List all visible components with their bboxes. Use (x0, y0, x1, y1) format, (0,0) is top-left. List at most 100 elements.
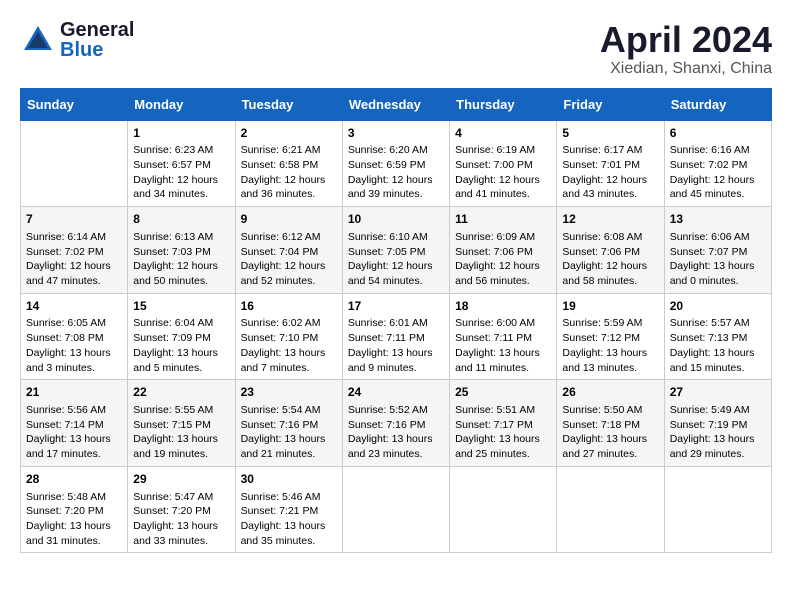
day-info-line: Sunrise: 5:51 AM (455, 403, 551, 418)
day-info-line: and 29 minutes. (670, 447, 766, 462)
day-info-line: and 9 minutes. (348, 361, 444, 376)
day-cell: 29 Sunrise: 5:47 AMSunset: 7:20 PMDayligh… (128, 466, 235, 553)
day-info-line: and 39 minutes. (348, 187, 444, 202)
day-info-line: Daylight: 13 hours (348, 432, 444, 447)
day-cell: 21Sunrise: 5:56 AMSunset: 7:14 PMDayligh… (21, 380, 128, 467)
weekday-header-friday: Friday (557, 88, 664, 120)
day-info-line: Sunrise: 6:05 AM (26, 316, 122, 331)
day-info-line: Sunset: 7:02 PM (670, 158, 766, 173)
day-cell: 25Sunrise: 5:51 AMSunset: 7:17 PMDayligh… (450, 380, 557, 467)
day-info-line: and 45 minutes. (670, 187, 766, 202)
day-cell: 5Sunrise: 6:17 AMSunset: 7:01 PMDaylight… (557, 120, 664, 207)
day-info-line: Daylight: 13 hours (133, 346, 229, 361)
day-number: 29 (133, 471, 229, 488)
day-info-line: Sunset: 7:20 PM (133, 504, 229, 519)
day-number: 6 (670, 125, 766, 142)
day-info-line: Sunset: 7:21 PM (241, 504, 337, 519)
day-cell: 9 Sunrise: 6:12 AMSunset: 7:04 PMDaylight… (235, 207, 342, 294)
day-info-line: Sunrise: 6:21 AM (241, 143, 337, 158)
day-info-line: Sunrise: 5:50 AM (562, 403, 658, 418)
day-info-line: Daylight: 12 hours (455, 259, 551, 274)
day-number: 30 (241, 471, 337, 488)
day-info-line: Sunset: 7:15 PM (133, 418, 229, 433)
day-info-line: and 25 minutes. (455, 447, 551, 462)
day-info-line: Daylight: 13 hours (241, 432, 337, 447)
day-info-line: and 19 minutes. (133, 447, 229, 462)
week-row-3: 21Sunrise: 5:56 AMSunset: 7:14 PMDayligh… (21, 380, 772, 467)
day-info-line: and 27 minutes. (562, 447, 658, 462)
day-info-line: Sunrise: 6:12 AM (241, 230, 337, 245)
day-cell: 10Sunrise: 6:10 AMSunset: 7:05 PMDayligh… (342, 207, 449, 294)
day-info-line: Daylight: 13 hours (133, 519, 229, 534)
day-info-line: and 0 minutes. (670, 274, 766, 289)
day-info-line: Sunset: 7:04 PM (241, 245, 337, 260)
day-info-line: and 11 minutes. (455, 361, 551, 376)
day-info-line: Sunrise: 5:56 AM (26, 403, 122, 418)
day-info-line: Sunset: 7:13 PM (670, 331, 766, 346)
day-number: 17 (348, 298, 444, 315)
week-row-2: 14Sunrise: 6:05 AMSunset: 7:08 PMDayligh… (21, 293, 772, 380)
day-info-line: and 47 minutes. (26, 274, 122, 289)
day-cell: 12Sunrise: 6:08 AMSunset: 7:06 PMDayligh… (557, 207, 664, 294)
day-info-line: Sunrise: 6:16 AM (670, 143, 766, 158)
day-info-line: Sunrise: 5:55 AM (133, 403, 229, 418)
day-info-line: Sunset: 6:58 PM (241, 158, 337, 173)
day-info-line: Sunset: 6:57 PM (133, 158, 229, 173)
day-info-line: Sunset: 6:59 PM (348, 158, 444, 173)
day-info-line: Daylight: 12 hours (26, 259, 122, 274)
day-info-line: Daylight: 13 hours (562, 432, 658, 447)
day-info-line: Sunrise: 5:59 AM (562, 316, 658, 331)
day-info-line: Sunset: 7:19 PM (670, 418, 766, 433)
day-info-line: and 34 minutes. (133, 187, 229, 202)
location-title: Xiedian, Shanxi, China (600, 60, 772, 78)
day-info-line: Daylight: 13 hours (241, 519, 337, 534)
day-cell: 16Sunrise: 6:02 AMSunset: 7:10 PMDayligh… (235, 293, 342, 380)
day-info-line: Sunset: 7:20 PM (26, 504, 122, 519)
weekday-header-row: SundayMondayTuesdayWednesdayThursdayFrid… (21, 88, 772, 120)
weekday-header-thursday: Thursday (450, 88, 557, 120)
day-info-line: Sunrise: 6:01 AM (348, 316, 444, 331)
day-info-line: Sunrise: 5:49 AM (670, 403, 766, 418)
day-info-line: Daylight: 13 hours (133, 432, 229, 447)
day-info-line: Sunset: 7:08 PM (26, 331, 122, 346)
weekday-header-sunday: Sunday (21, 88, 128, 120)
day-info-line: Daylight: 13 hours (455, 346, 551, 361)
day-info-line: Sunrise: 5:47 AM (133, 490, 229, 505)
day-number: 24 (348, 384, 444, 401)
day-info-line: and 3 minutes. (26, 361, 122, 376)
day-info-line: Sunset: 7:05 PM (348, 245, 444, 260)
day-number: 26 (562, 384, 658, 401)
day-info-line: Sunset: 7:09 PM (133, 331, 229, 346)
day-info-line: Sunrise: 6:09 AM (455, 230, 551, 245)
day-number: 18 (455, 298, 551, 315)
day-info-line: Daylight: 12 hours (348, 173, 444, 188)
day-info-line: and 7 minutes. (241, 361, 337, 376)
day-info-line: and 35 minutes. (241, 534, 337, 549)
day-number: 9 (241, 211, 337, 228)
day-info-line: Sunrise: 6:00 AM (455, 316, 551, 331)
day-number: 3 (348, 125, 444, 142)
day-info-line: Daylight: 13 hours (26, 432, 122, 447)
day-number: 25 (455, 384, 551, 401)
weekday-header-wednesday: Wednesday (342, 88, 449, 120)
day-info-line: Daylight: 12 hours (241, 259, 337, 274)
day-info-line: Sunrise: 6:04 AM (133, 316, 229, 331)
day-info-line: and 17 minutes. (26, 447, 122, 462)
day-info-line: and 31 minutes. (26, 534, 122, 549)
day-info-line: Daylight: 12 hours (348, 259, 444, 274)
day-number: 12 (562, 211, 658, 228)
day-info-line: Sunset: 7:03 PM (133, 245, 229, 260)
day-cell: 3Sunrise: 6:20 AMSunset: 6:59 PMDaylight… (342, 120, 449, 207)
day-cell: 2Sunrise: 6:21 AMSunset: 6:58 PMDaylight… (235, 120, 342, 207)
day-number: 16 (241, 298, 337, 315)
day-cell: 22Sunrise: 5:55 AMSunset: 7:15 PMDayligh… (128, 380, 235, 467)
day-number: 4 (455, 125, 551, 142)
day-info-line: and 52 minutes. (241, 274, 337, 289)
day-info-line: Sunset: 7:16 PM (348, 418, 444, 433)
month-title: April 2024 (600, 20, 772, 60)
day-info-line: Daylight: 13 hours (26, 346, 122, 361)
day-info-line: Sunset: 7:06 PM (455, 245, 551, 260)
week-row-0: 1Sunrise: 6:23 AMSunset: 6:57 PMDaylight… (21, 120, 772, 207)
day-number: 20 (670, 298, 766, 315)
title-area: April 2024 Xiedian, Shanxi, China (600, 20, 772, 78)
